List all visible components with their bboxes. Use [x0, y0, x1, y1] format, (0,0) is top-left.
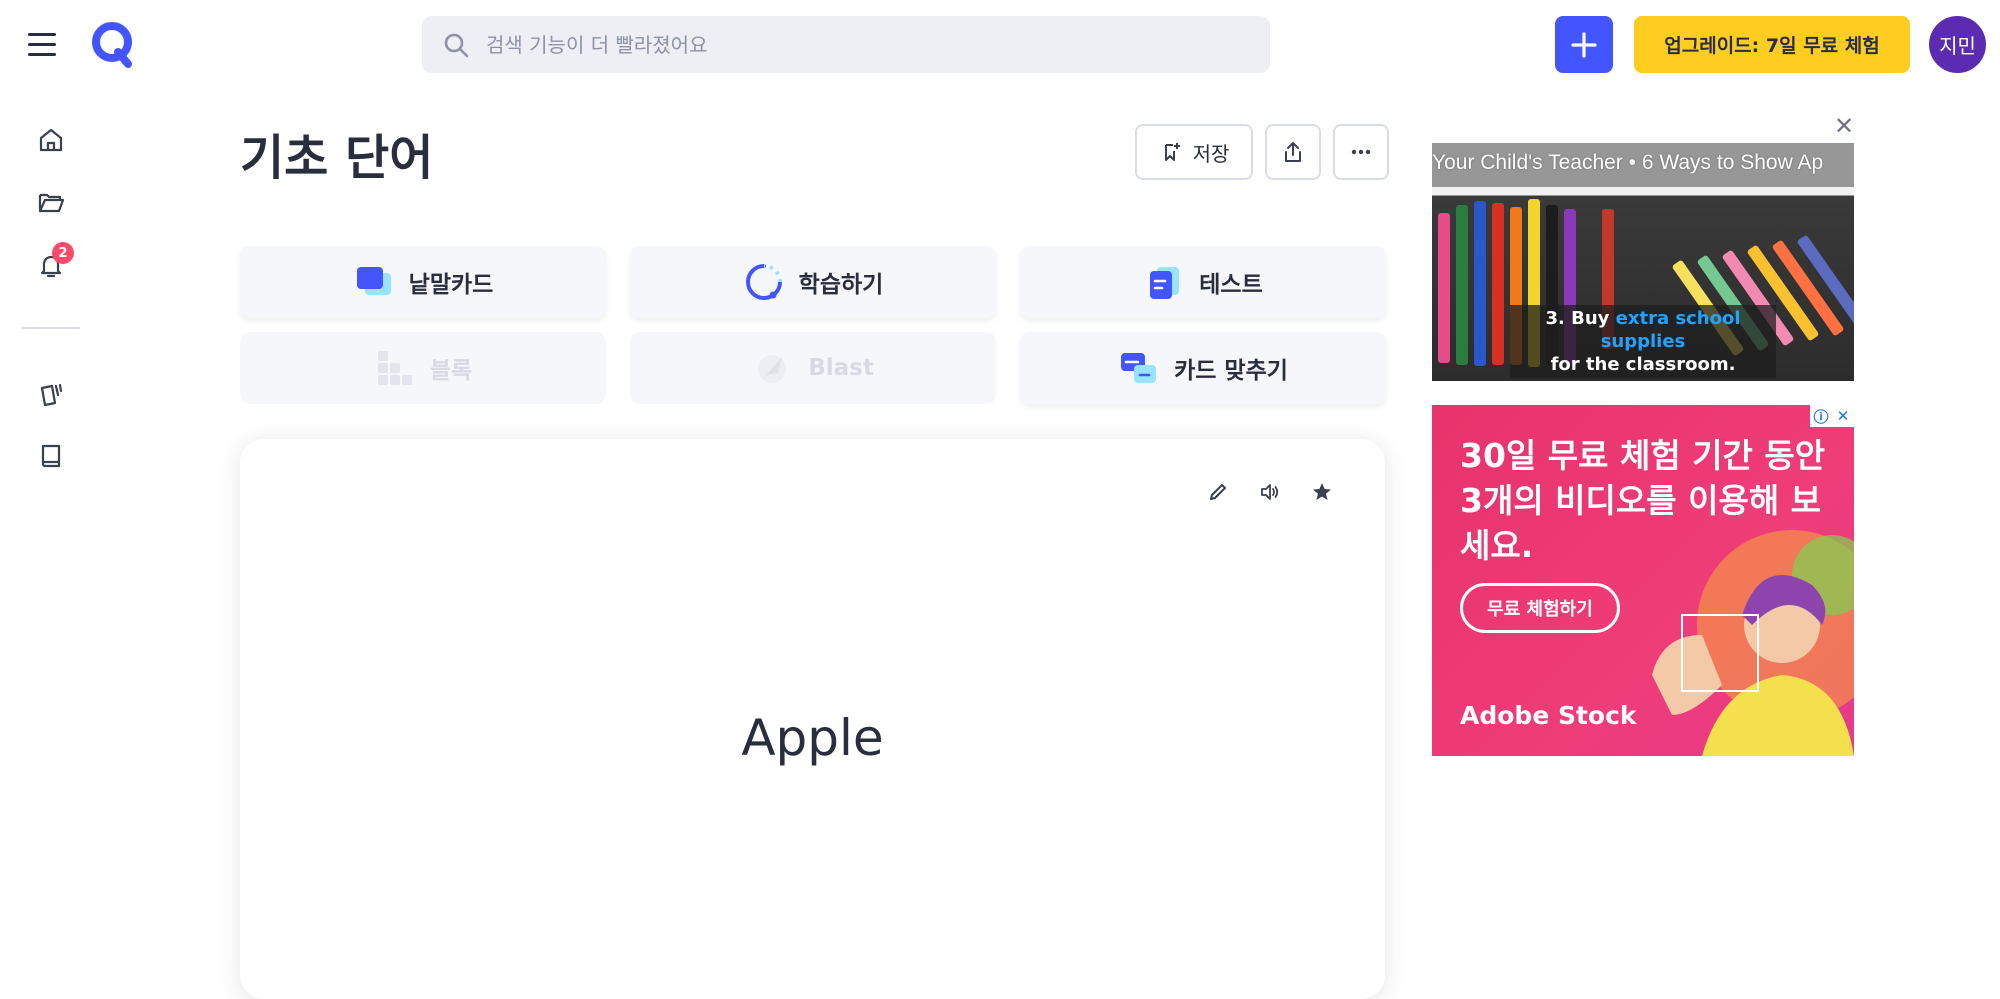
- free-trial-button[interactable]: 무료 체험하기: [1460, 583, 1620, 633]
- blocks-icon: [377, 351, 412, 385]
- book-icon[interactable]: [28, 433, 74, 479]
- more-icon: [1351, 149, 1371, 155]
- ad-person-image: [1652, 530, 1854, 756]
- side-nav: 2: [0, 90, 100, 972]
- share-icon: [1285, 142, 1301, 162]
- save-button[interactable]: 저장: [1135, 124, 1253, 180]
- save-label: 저장: [1192, 141, 1230, 166]
- flashcards-icon: [356, 267, 391, 295]
- ad-info-icon[interactable]: ⓘ: [1810, 405, 1832, 427]
- search-bar[interactable]: [422, 16, 1270, 73]
- plus-icon: [1571, 31, 1597, 58]
- folder-icon[interactable]: [28, 179, 74, 225]
- flashcard-sets-icon[interactable]: [28, 371, 74, 417]
- search-input[interactable]: [486, 32, 1246, 57]
- learn-icon: [745, 264, 782, 300]
- rocket-icon: [758, 355, 787, 383]
- card-term: Apple: [741, 709, 884, 767]
- create-button[interactable]: [1555, 16, 1613, 73]
- page-title: 기초 단어: [240, 130, 434, 186]
- more-options-button[interactable]: [1333, 124, 1389, 180]
- mode-match[interactable]: 카드 맞추기: [1020, 332, 1386, 404]
- test-icon: [1150, 267, 1180, 299]
- adobe-stock-logo: Adobe Stock: [1460, 701, 1637, 730]
- home-icon[interactable]: [28, 117, 74, 163]
- ad-caption: 3. Buy extra school supplies for the cla…: [1510, 305, 1776, 378]
- avatar[interactable]: 지민: [1929, 16, 1986, 73]
- mode-flashcards[interactable]: 낱말카드: [240, 246, 606, 318]
- close-icon[interactable]: ✕: [1832, 114, 1856, 138]
- match-icon: [1121, 353, 1157, 383]
- mode-learn[interactable]: 학습하기: [630, 246, 996, 318]
- nav-divider: [22, 327, 80, 329]
- flashcard[interactable]: Apple: [240, 439, 1385, 999]
- ad-banner-adobe-stock[interactable]: ⓘ ✕ 30일 무료 체험 기간 동안 3개의 비디오를 이용해 보세요. 무료…: [1432, 405, 1854, 756]
- mode-blast: Blast: [630, 332, 996, 404]
- edit-icon[interactable]: [1205, 479, 1231, 505]
- upgrade-button[interactable]: 업그레이드: 7일 무료 체험: [1634, 16, 1910, 73]
- top-bar: 업그레이드: 7일 무료 체험 지민: [0, 0, 2000, 90]
- ad-close-icon[interactable]: ✕: [1832, 405, 1854, 427]
- ad-banner-school-supplies[interactable]: Your Child's Teacher • 6 Ways to Show Ap…: [1432, 143, 1854, 381]
- notification-badge: 2: [52, 242, 74, 264]
- star-icon[interactable]: [1309, 479, 1335, 505]
- mode-test[interactable]: 테스트: [1020, 246, 1386, 318]
- quizlet-logo[interactable]: [88, 20, 138, 70]
- ad-ticker-text: Your Child's Teacher • 6 Ways to Show Ap: [1432, 151, 1824, 174]
- mode-blocks: 블록: [240, 332, 606, 404]
- menu-icon[interactable]: [28, 26, 72, 62]
- share-button[interactable]: [1265, 124, 1321, 180]
- bell-icon[interactable]: 2: [28, 242, 74, 288]
- search-icon: [444, 33, 469, 57]
- audio-icon[interactable]: [1257, 479, 1283, 505]
- bookmark-icon: [1164, 143, 1180, 161]
